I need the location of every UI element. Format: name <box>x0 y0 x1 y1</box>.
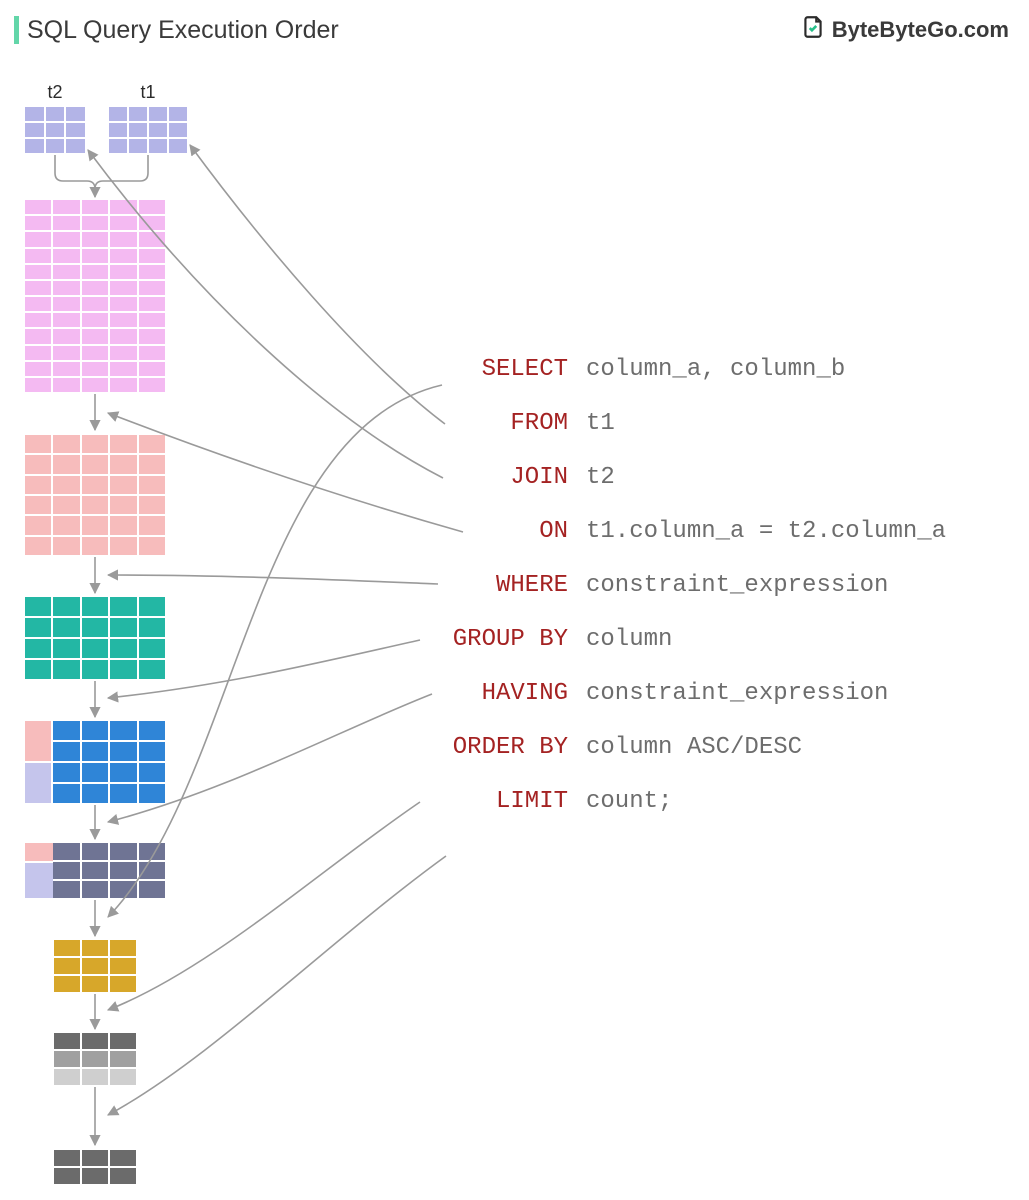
select_result-grid <box>54 940 136 992</box>
orderby-result-grid <box>54 1033 136 1085</box>
where_result-grid <box>25 597 165 679</box>
sql-join: JOINt2 <box>430 466 946 490</box>
sql-from: FROMt1 <box>430 412 946 436</box>
sql-groupby: GROUP BYcolumn <box>430 628 946 652</box>
sql-having: HAVINGconstraint_expression <box>430 682 946 706</box>
header: SQL Query Execution Order ByteByteGo.com <box>0 0 1029 46</box>
brand: ByteByteGo.com <box>800 14 1009 46</box>
sql-on: ONt1.column_a = t2.column_a <box>430 520 946 544</box>
limit_result-grid <box>54 1150 136 1184</box>
label-t2: t2 <box>36 82 74 103</box>
having-side-cells <box>25 843 53 898</box>
accent-bar <box>14 16 19 44</box>
t2-grid <box>25 107 85 153</box>
join_result-grid <box>25 200 165 392</box>
groupby-result-grid <box>25 721 165 803</box>
t1-grid <box>109 107 187 153</box>
sql-orderby: ORDER BYcolumn ASC/DESC <box>430 736 946 760</box>
brand-text: ByteByteGo.com <box>832 17 1009 43</box>
brand-logo-icon <box>800 14 826 46</box>
on_result-grid <box>25 435 165 555</box>
sql-where: WHEREconstraint_expression <box>430 574 946 598</box>
sql-limit: LIMITcount; <box>430 790 946 814</box>
page-title: SQL Query Execution Order <box>27 16 339 45</box>
sql-query: SELECTcolumn_a, column_b FROMt1 JOINt2 O… <box>430 358 946 844</box>
label-t1: t1 <box>129 82 167 103</box>
sql-select: SELECTcolumn_a, column_b <box>430 358 946 382</box>
